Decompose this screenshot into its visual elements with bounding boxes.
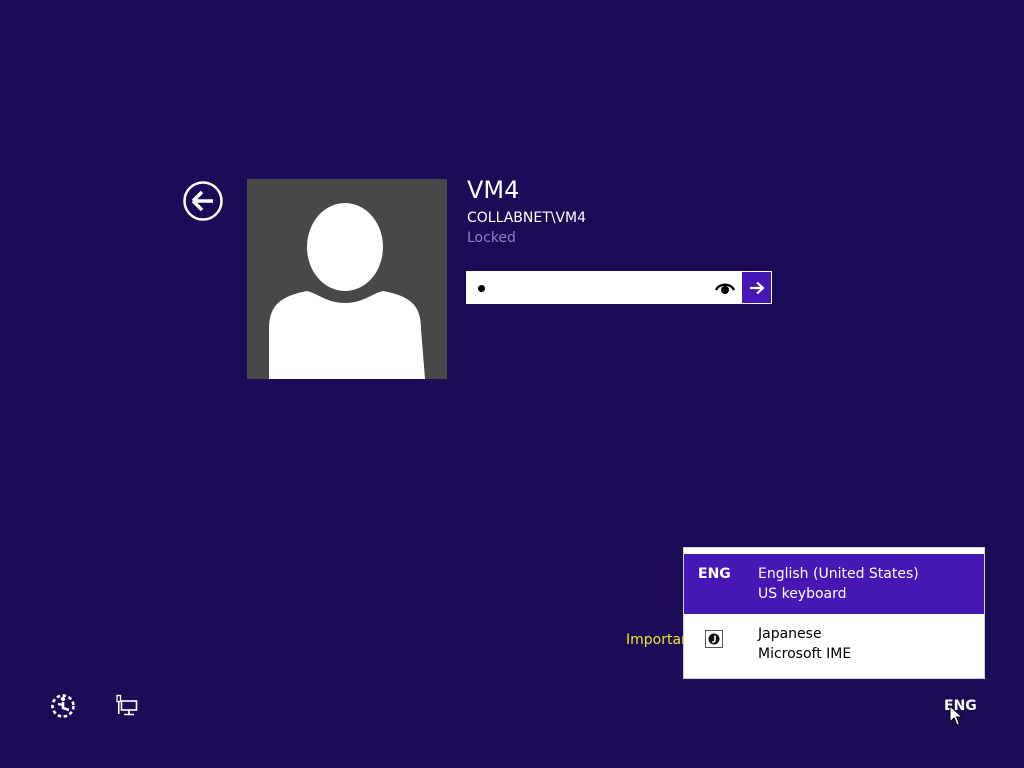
eye-icon bbox=[714, 283, 736, 294]
language-item-japanese[interactable]: Japanese Microsoft IME bbox=[684, 614, 984, 674]
user-name: VM4 bbox=[467, 176, 520, 204]
lock-screen: VM4 COLLABNET\VM4 Locked Importar ENG En… bbox=[0, 0, 1024, 768]
user-silhouette-icon bbox=[269, 203, 425, 379]
japanese-ime-icon bbox=[705, 630, 723, 648]
user-account: COLLABNET\VM4 bbox=[467, 210, 587, 226]
keyboard-layout: Microsoft IME bbox=[758, 646, 852, 662]
submit-button[interactable] bbox=[742, 272, 771, 303]
mouse-pointer-icon bbox=[949, 705, 963, 726]
network-icon bbox=[116, 694, 138, 716]
language-menu: ENG English (United States) US keyboard … bbox=[683, 547, 985, 679]
language-name: English (United States) bbox=[758, 566, 919, 582]
ease-of-access-button[interactable] bbox=[50, 693, 76, 719]
arrow-right-icon bbox=[749, 281, 765, 294]
password-input[interactable] bbox=[467, 272, 742, 303]
back-arrow-icon bbox=[183, 181, 223, 221]
back-button[interactable] bbox=[183, 181, 223, 221]
password-field bbox=[466, 271, 772, 304]
important-notice-link[interactable]: Importar bbox=[626, 631, 683, 649]
user-avatar bbox=[247, 179, 447, 379]
language-name: Japanese bbox=[758, 626, 822, 642]
keyboard-layout: US keyboard bbox=[758, 586, 847, 602]
network-button[interactable] bbox=[115, 694, 139, 718]
ease-of-access-icon bbox=[51, 694, 75, 718]
language-code: ENG bbox=[698, 566, 731, 582]
user-status: Locked bbox=[467, 230, 516, 246]
language-item-english[interactable]: ENG English (United States) US keyboard bbox=[684, 554, 984, 614]
password-mask-dot bbox=[478, 285, 485, 292]
reveal-password-button[interactable] bbox=[714, 280, 736, 296]
